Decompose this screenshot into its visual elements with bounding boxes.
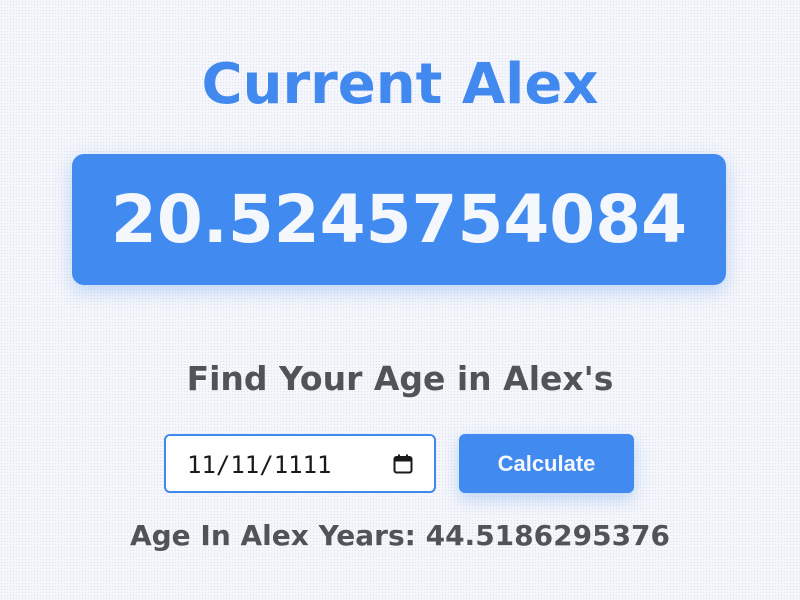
calendar-icon[interactable] (392, 453, 414, 475)
age-result-label: Age In Alex Years: (129, 519, 416, 552)
birthdate-input[interactable]: 11/11/1111 (164, 434, 436, 493)
current-alex-value: 20.5245754084 (110, 181, 688, 258)
calculate-button[interactable]: Calculate (459, 434, 634, 493)
age-result: Age In Alex Years: 44.5186295376 (0, 517, 800, 555)
birthdate-value[interactable]: 11/11/1111 (187, 450, 332, 480)
page-title: Current Alex (201, 52, 599, 117)
calculator-heading: Find Your Age in Alex's (186, 359, 614, 398)
age-result-value: 44.5186295376 (425, 519, 671, 552)
current-alex-value-card: 20.5245754084 (72, 154, 726, 285)
page: Current Alex 20.5245754084 Find Your Age… (0, 0, 800, 600)
